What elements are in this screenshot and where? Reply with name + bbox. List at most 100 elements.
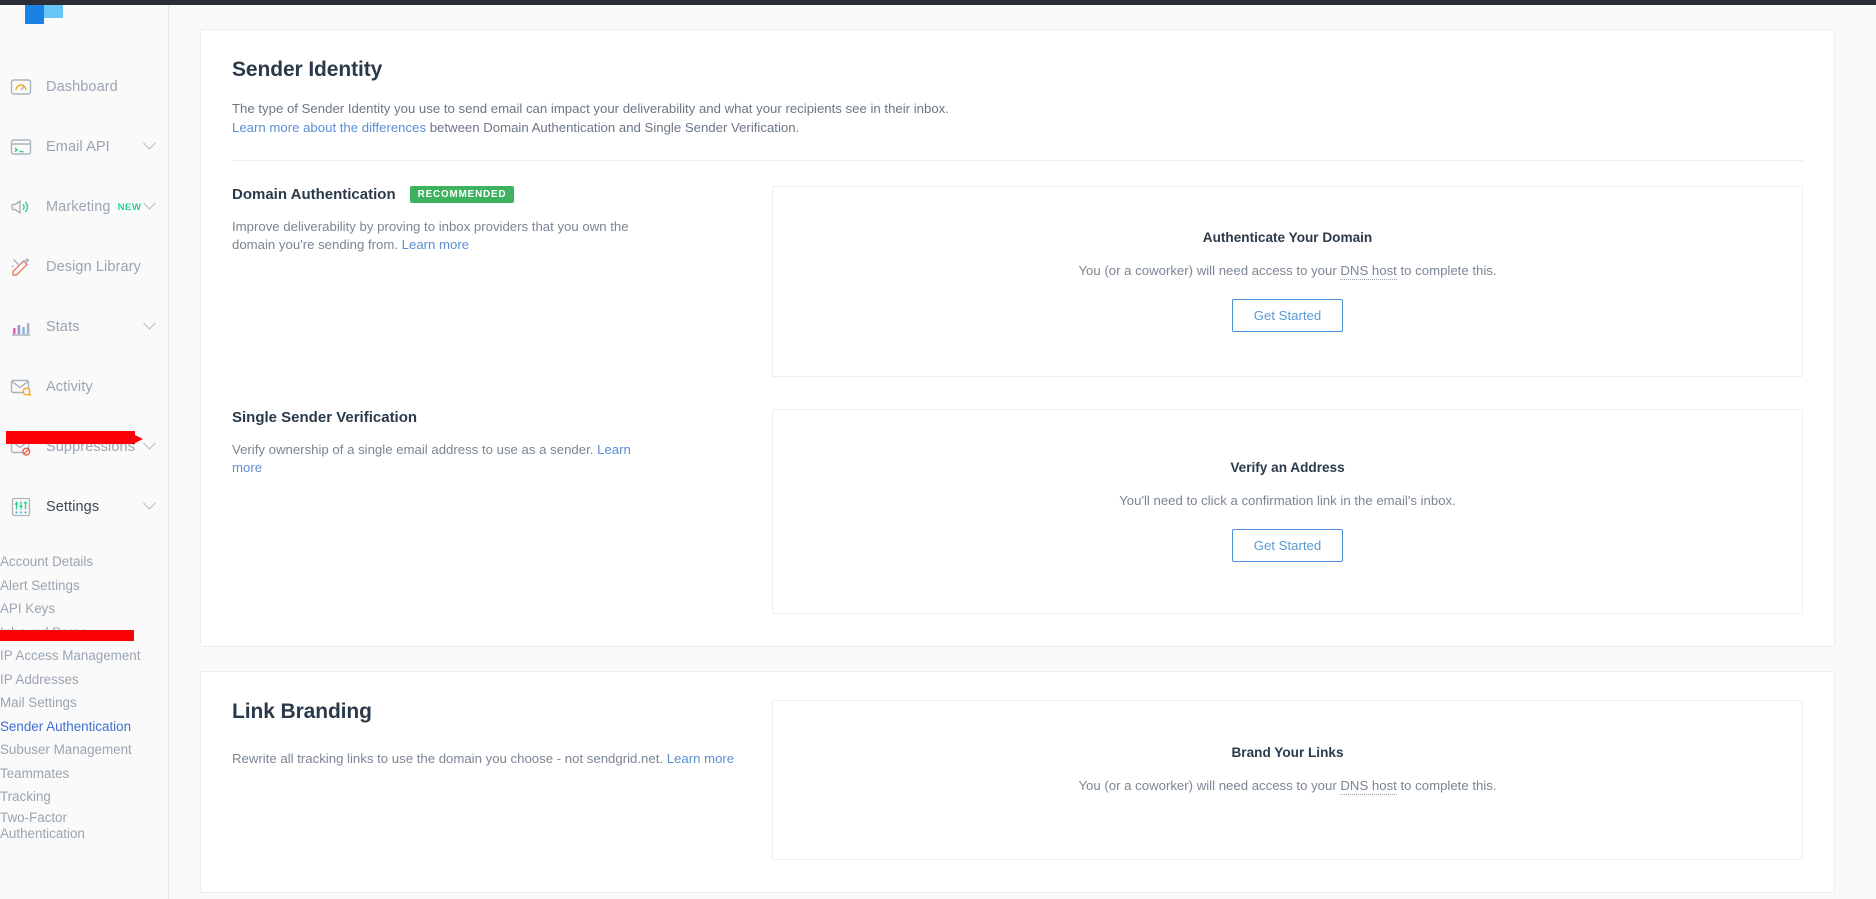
submenu-label: Subuser Management bbox=[0, 742, 132, 758]
brand-your-links-card-wrap: Brand Your Links You (or a coworker) wil… bbox=[772, 699, 1803, 860]
card-description-after: to complete this. bbox=[1396, 263, 1497, 279]
description-line-1: The type of Sender Identity you use to s… bbox=[232, 101, 949, 116]
domain-authentication-info: Domain Authentication RECOMMENDED Improv… bbox=[232, 186, 772, 377]
chevron-down-icon[interactable] bbox=[143, 316, 156, 330]
submenu-label: Account Details bbox=[0, 554, 94, 570]
section-description-text: Verify ownership of a single email addre… bbox=[232, 441, 594, 457]
chevron-down-icon[interactable] bbox=[143, 496, 156, 510]
sidebar-item-label: Settings bbox=[46, 499, 100, 515]
learn-more-link[interactable]: Learn more bbox=[402, 237, 469, 252]
submenu-label: Tracking bbox=[0, 789, 51, 805]
chevron-down-icon[interactable] bbox=[143, 196, 156, 210]
sidebar-item-settings[interactable]: Settings bbox=[0, 477, 168, 537]
authenticate-your-domain-card: Authenticate Your Domain You (or a cowor… bbox=[772, 185, 1803, 377]
get-started-button-domain-auth[interactable]: Get Started bbox=[1231, 299, 1344, 333]
annotation-marker-settings bbox=[6, 431, 143, 444]
verify-address-card-wrap: Verify an Address You'll need to click a… bbox=[772, 408, 1803, 614]
domain-authentication-row: Domain Authentication RECOMMENDED Improv… bbox=[232, 161, 1803, 377]
sidebar: Dashboard Email API Marketing NEW Design… bbox=[0, 0, 169, 899]
sliders-icon bbox=[8, 494, 34, 520]
link-branding-info: Link Branding Rewrite all tracking links… bbox=[232, 700, 772, 860]
submenu-item-teammates[interactable]: Teammates bbox=[0, 763, 168, 787]
authenticate-domain-card-wrap: Authenticate Your Domain You (or a cowor… bbox=[772, 185, 1803, 377]
single-sender-info: Single Sender Verification Verify owners… bbox=[232, 409, 772, 614]
card-description: You (or a coworker) will need access to … bbox=[1078, 778, 1497, 796]
submenu-label: IP Addresses bbox=[0, 671, 79, 687]
link-branding-panel: Link Branding Rewrite all tracking links… bbox=[200, 670, 1835, 893]
submenu-item-two-factor-authentication[interactable]: Two-Factor Authentication bbox=[0, 810, 168, 854]
page-title: Sender Identity bbox=[232, 58, 383, 81]
gauge-icon bbox=[8, 74, 34, 100]
logo-square-light bbox=[44, 5, 63, 18]
settings-submenu: Account Details Alert Settings API Keys … bbox=[0, 551, 168, 854]
sidebar-item-suppressions[interactable]: Suppressions bbox=[0, 417, 168, 477]
submenu-item-alert-settings[interactable]: Alert Settings bbox=[0, 575, 168, 599]
card-title: Verify an Address bbox=[1230, 460, 1345, 476]
link-branding-title: Link Branding bbox=[232, 699, 372, 723]
submenu-label: Sender Authentication bbox=[0, 718, 132, 734]
submenu-label: Mail Settings bbox=[0, 695, 77, 711]
card-title: Brand Your Links bbox=[1231, 745, 1344, 761]
section-title: Single Sender Verification bbox=[232, 408, 418, 426]
submenu-item-mail-settings[interactable]: Mail Settings bbox=[0, 692, 168, 716]
card-description-before: You (or a coworker) will need access to … bbox=[1078, 263, 1341, 279]
brand-your-links-card: Brand Your Links You (or a coworker) wil… bbox=[772, 699, 1803, 860]
card-description: You (or a coworker) will need access to … bbox=[1078, 263, 1497, 281]
submenu-item-sender-authentication[interactable]: Sender Authentication bbox=[0, 716, 168, 740]
sidebar-item-stats[interactable]: Stats bbox=[0, 297, 168, 357]
new-badge: NEW bbox=[117, 201, 142, 213]
submenu-item-api-keys[interactable]: API Keys bbox=[0, 598, 168, 622]
card-description-after: to complete this. bbox=[1396, 778, 1497, 794]
sidebar-item-label: Activity bbox=[46, 379, 93, 395]
logo-square-dark bbox=[25, 5, 44, 24]
recommended-badge: RECOMMENDED bbox=[409, 185, 515, 203]
verify-an-address-card: Verify an Address You'll need to click a… bbox=[772, 408, 1803, 614]
submenu-label: Alert Settings bbox=[0, 577, 80, 593]
submenu-label: IP Access Management bbox=[0, 648, 141, 664]
sidebar-item-label: Email API bbox=[46, 139, 110, 155]
sidebar-item-label: Stats bbox=[46, 319, 80, 335]
submenu-label: Two-Factor Authentication bbox=[0, 809, 85, 842]
sidebar-item-label: Design Library bbox=[46, 259, 141, 275]
card-description-before: You (or a coworker) will need access to … bbox=[1078, 778, 1341, 794]
dns-host-tooltip-term[interactable]: DNS host bbox=[1340, 778, 1397, 796]
sidebar-item-marketing[interactable]: Marketing NEW bbox=[0, 177, 168, 237]
card-title: Authenticate Your Domain bbox=[1202, 230, 1373, 246]
learn-more-differences-link[interactable]: Learn more about the differences bbox=[232, 120, 426, 135]
dns-host-tooltip-term[interactable]: DNS host bbox=[1340, 263, 1397, 281]
submenu-item-ip-addresses[interactable]: IP Addresses bbox=[0, 669, 168, 693]
top-border-bar bbox=[0, 0, 1876, 5]
submenu-label: API Keys bbox=[0, 601, 56, 617]
sidebar-item-dashboard[interactable]: Dashboard bbox=[0, 57, 168, 117]
chevron-down-icon[interactable] bbox=[143, 136, 156, 150]
submenu-label: Teammates bbox=[0, 765, 70, 781]
main-content: Sender Identity The type of Sender Ident… bbox=[169, 0, 1876, 899]
submenu-item-account-details[interactable]: Account Details bbox=[0, 551, 168, 575]
section-description-text: Rewrite all tracking links to use the do… bbox=[232, 750, 664, 766]
get-started-button-single-sender[interactable]: Get Started bbox=[1231, 529, 1344, 563]
pencil-ruler-icon bbox=[8, 254, 34, 280]
bar-chart-icon bbox=[8, 314, 34, 340]
sidebar-item-email-api[interactable]: Email API bbox=[0, 117, 168, 177]
sidebar-item-activity[interactable]: Activity bbox=[0, 357, 168, 417]
chevron-down-icon[interactable] bbox=[143, 436, 156, 450]
sidebar-nav: Dashboard Email API Marketing NEW Design… bbox=[0, 57, 168, 854]
app-root: Dashboard Email API Marketing NEW Design… bbox=[0, 0, 1876, 899]
sidebar-item-label: Dashboard bbox=[46, 79, 118, 95]
submenu-item-ip-access-management[interactable]: IP Access Management bbox=[0, 645, 168, 669]
link-branding-row: Link Branding Rewrite all tracking links… bbox=[232, 699, 1803, 860]
envelope-search-icon bbox=[8, 374, 34, 400]
single-sender-description: Verify ownership of a single email addre… bbox=[232, 441, 652, 477]
sidebar-item-design-library[interactable]: Design Library bbox=[0, 237, 168, 297]
annotation-marker-sender-authentication bbox=[0, 630, 134, 641]
sender-identity-panel: Sender Identity The type of Sender Ident… bbox=[200, 29, 1835, 647]
single-sender-heading: Single Sender Verification bbox=[232, 409, 756, 426]
card-description: You'll need to click a confirmation link… bbox=[1119, 493, 1456, 509]
single-sender-verification-row: Single Sender Verification Verify owners… bbox=[232, 377, 1803, 614]
learn-more-link[interactable]: Learn more bbox=[667, 751, 734, 766]
sidebar-item-label: Marketing bbox=[46, 199, 111, 215]
sendgrid-logo[interactable] bbox=[25, 5, 63, 24]
megaphone-icon bbox=[8, 194, 34, 220]
submenu-item-subuser-management[interactable]: Subuser Management bbox=[0, 739, 168, 763]
submenu-item-tracking[interactable]: Tracking bbox=[0, 786, 168, 810]
